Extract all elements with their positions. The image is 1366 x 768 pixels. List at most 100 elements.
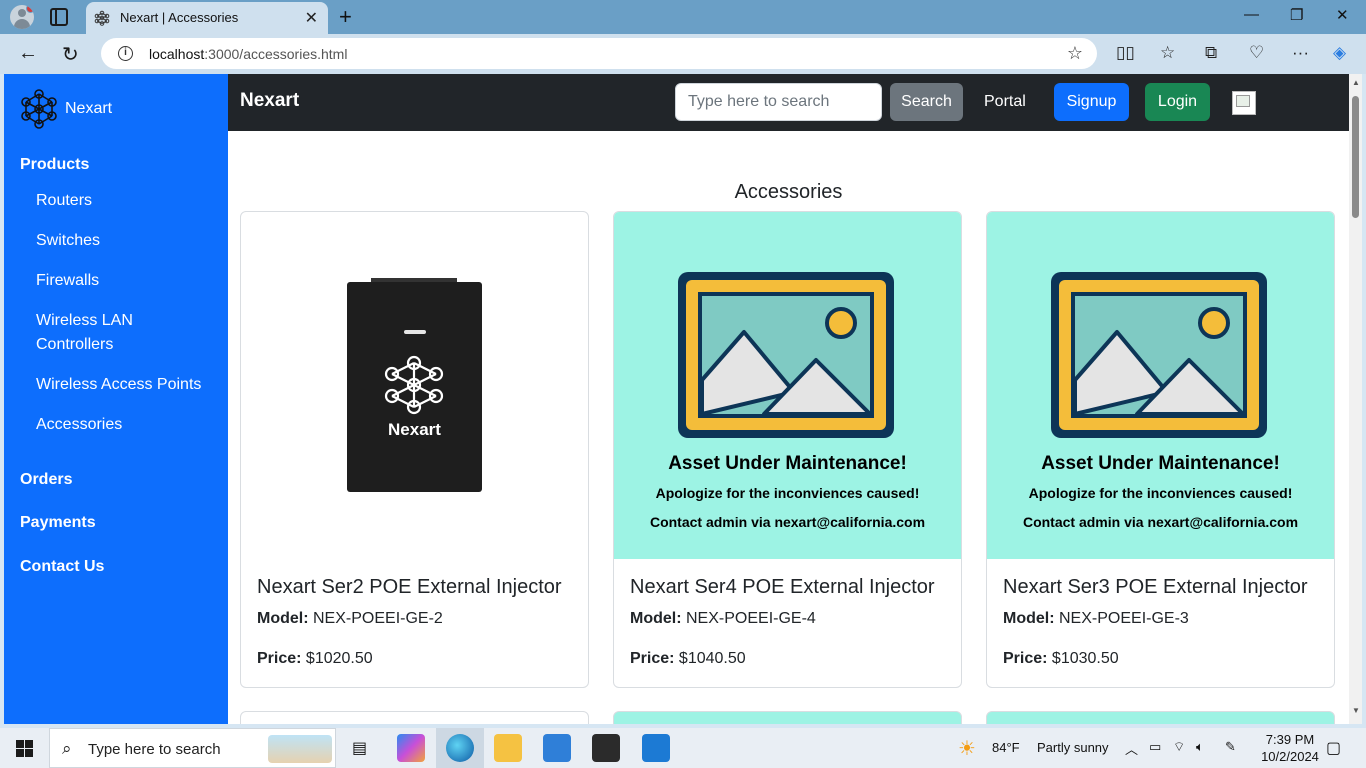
notifications-icon[interactable]: ▢ [1326, 738, 1341, 758]
browser-tab-active[interactable]: Nexart | Accessories ✕ [86, 2, 328, 34]
product-card[interactable]: Nexart Nexart Ser2 POE External Injector… [240, 211, 589, 688]
nexart-favicon-icon [94, 10, 110, 26]
minimize-icon[interactable]: — [1244, 6, 1259, 23]
taskbar-search-box[interactable]: ⌕ Type here to search [49, 728, 336, 768]
pen-icon[interactable]: ✎ [1225, 739, 1236, 755]
browser-tab-bar: Nexart | Accessories ✕ + — ❐ ✕ [0, 0, 1366, 34]
browser-navigation-bar: ← ↻ i localhost:3000/accessories.html ☆ … [0, 34, 1366, 74]
browser-essentials-icon[interactable]: ♡ [1249, 43, 1264, 63]
clock-time[interactable]: 7:39 PM [1260, 732, 1320, 747]
maintenance-image: Asset Under Maintenance! Apologize for t… [614, 212, 961, 559]
network-icon[interactable]: ⌔ [1173, 739, 1185, 755]
product-name: Nexart Ser4 POE External Injector [630, 576, 935, 598]
product-price: Price: $1040.50 [630, 650, 746, 667]
back-arrow-icon[interactable]: ← [18, 42, 38, 65]
taskbar-search-placeholder: Type here to search [88, 741, 221, 758]
product-card[interactable]: Asset Under Maintenance! Apologize for t… [613, 211, 962, 688]
scroll-up-arrow-icon[interactable]: ▲ [1352, 78, 1360, 87]
product-card[interactable]: Asset Under Maintenance! Apologize for t… [986, 211, 1335, 688]
product-card-next-row[interactable] [986, 711, 1335, 724]
copilot-app-icon[interactable] [397, 734, 425, 762]
page-title: Accessories [734, 181, 843, 203]
maintenance-image: Asset Under Maintenance! Apologize for t… [987, 212, 1334, 559]
scrollbar-thumb[interactable] [1352, 96, 1359, 218]
sidebar-item-accessories[interactable]: Accessories [36, 413, 206, 437]
maintenance-contact: Contact admin via nexart@california.com [649, 514, 926, 530]
product-card-next-row[interactable] [240, 711, 589, 724]
login-button[interactable]: Login [1145, 83, 1210, 121]
poe-injector-device-image [347, 278, 482, 492]
weather-icon[interactable]: ☀ [958, 736, 976, 761]
sidebar-item-wireless-lan-controllers[interactable]: Wireless LAN Controllers [36, 309, 156, 357]
search-button[interactable]: Search [890, 83, 963, 121]
clock-date[interactable]: 10/2/2024 [1258, 749, 1322, 764]
windows-start-icon[interactable] [16, 740, 33, 757]
sidebar-item-orders[interactable]: Orders [20, 471, 72, 489]
tab-close-icon[interactable]: ✕ [305, 8, 318, 28]
refresh-icon[interactable]: ↻ [62, 42, 79, 67]
sidebar-item-payments[interactable]: Payments [20, 514, 96, 532]
maintenance-contact: Contact admin via nexart@california.com [1022, 514, 1299, 530]
collections-icon[interactable]: ⧉ [1205, 43, 1217, 63]
file-explorer-icon[interactable] [494, 734, 522, 762]
profile-avatar-icon[interactable] [10, 5, 34, 29]
window-close-icon[interactable]: ✕ [1336, 6, 1349, 24]
broken-image-icon[interactable] [1232, 91, 1256, 115]
image-placeholder-icon [678, 272, 894, 438]
maintenance-title: Asset Under Maintenance! [668, 453, 907, 474]
navbar-title[interactable]: Nexart [240, 90, 299, 112]
product-name: Nexart Ser2 POE External Injector [257, 576, 562, 598]
sidebar-item-contact-us[interactable]: Contact Us [20, 558, 104, 576]
microsoft-store-icon[interactable] [543, 734, 571, 762]
portal-link[interactable]: Portal [984, 93, 1026, 111]
favorite-star-icon[interactable]: ☆ [1067, 43, 1083, 64]
scroll-down-arrow-icon[interactable]: ▼ [1352, 706, 1360, 715]
product-model: Model: NEX-POEEI-GE-3 [1003, 610, 1189, 627]
vscode-icon[interactable] [642, 734, 670, 762]
sidebar-item-products[interactable]: Products [20, 156, 89, 174]
brand-name: Nexart [65, 100, 113, 117]
show-hidden-icons-icon[interactable]: ︿ [1125, 739, 1138, 758]
signup-button[interactable]: Signup [1054, 83, 1129, 121]
volume-icon[interactable]: 🔈︎ [1196, 739, 1204, 755]
restore-icon[interactable]: ❐ [1290, 6, 1303, 24]
top-navbar: Nexart Search Portal Signup Login [228, 74, 1349, 131]
copilot-icon[interactable]: ◈ [1333, 43, 1346, 63]
task-view-icon[interactable]: ▤ [352, 738, 367, 758]
nexart-logo-icon [21, 89, 57, 129]
product-image: Nexart [241, 212, 588, 559]
sidebar-item-switches[interactable]: Switches [36, 229, 206, 253]
more-options-icon[interactable]: ··· [1292, 43, 1309, 63]
sidebar-item-routers[interactable]: Routers [36, 189, 206, 213]
maintenance-apology: Apologize for the inconviences caused! [1028, 485, 1293, 501]
weather-temperature[interactable]: 84°F [992, 740, 1020, 755]
maintenance-title: Asset Under Maintenance! [1041, 453, 1280, 474]
weather-description[interactable]: Partly sunny [1037, 740, 1109, 755]
sidebar-item-wireless-access-points[interactable]: Wireless Access Points [36, 373, 206, 397]
address-bar[interactable]: i localhost:3000/accessories.html ☆ [101, 38, 1097, 69]
product-name: Nexart Ser3 POE External Injector [1003, 576, 1308, 598]
image-placeholder-icon [1051, 272, 1267, 438]
product-model: Model: NEX-POEEI-GE-2 [257, 610, 443, 627]
product-card-next-row[interactable] [613, 711, 962, 724]
search-input[interactable] [675, 83, 882, 121]
product-price: Price: $1020.50 [257, 650, 373, 667]
product-price: Price: $1030.50 [1003, 650, 1119, 667]
tab-actions-icon[interactable] [50, 8, 68, 26]
terminal-icon[interactable] [592, 734, 620, 762]
page-scrollbar[interactable]: ▲ ▼ [1349, 74, 1362, 724]
split-screen-icon[interactable]: ▯▯ [1116, 43, 1135, 63]
maintenance-apology: Apologize for the inconviences caused! [655, 485, 920, 501]
windows-taskbar: ⌕ Type here to search ▤ ☀ 84°F Partly su… [0, 728, 1366, 768]
page-viewport: Nexart Products Routers Switches Firewal… [4, 74, 1349, 724]
address-url[interactable]: localhost:3000/accessories.html [149, 46, 347, 62]
site-info-icon[interactable]: i [118, 46, 133, 61]
favorites-icon[interactable]: ☆ [1160, 43, 1175, 63]
battery-icon[interactable]: ▭ [1149, 739, 1161, 755]
sidebar-item-firewalls[interactable]: Firewalls [36, 269, 206, 293]
sidebar: Nexart Products Routers Switches Firewal… [4, 74, 228, 724]
product-model: Model: NEX-POEEI-GE-4 [630, 610, 816, 627]
edge-browser-icon[interactable] [446, 734, 474, 762]
search-highlight-bear-icon [268, 735, 332, 763]
new-tab-icon[interactable]: + [339, 4, 352, 30]
